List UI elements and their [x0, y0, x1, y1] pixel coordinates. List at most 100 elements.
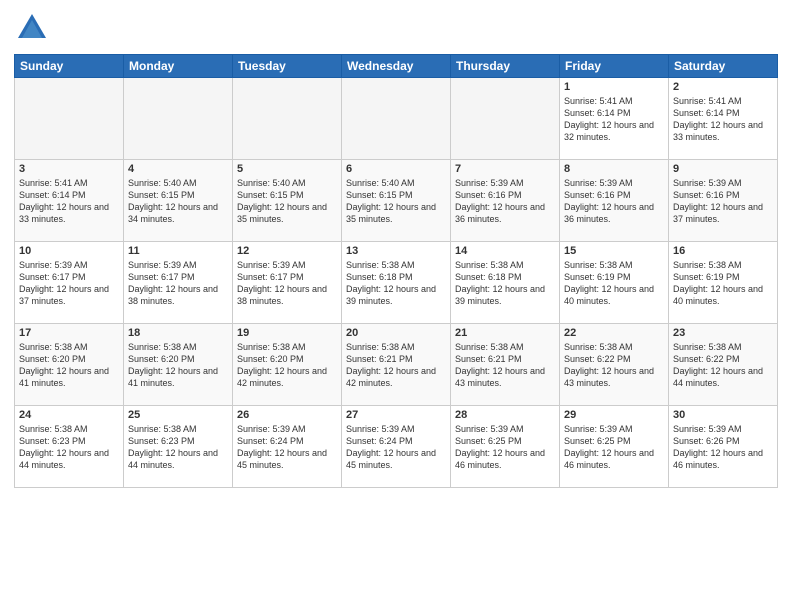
day-number: 19 — [237, 327, 337, 339]
day-number: 8 — [564, 163, 664, 175]
day-info: Sunrise: 5:38 AM Sunset: 6:18 PM Dayligh… — [346, 259, 446, 308]
calendar-cell — [233, 78, 342, 160]
calendar-cell — [15, 78, 124, 160]
day-header-friday: Friday — [560, 55, 669, 78]
day-info: Sunrise: 5:38 AM Sunset: 6:23 PM Dayligh… — [19, 423, 119, 472]
day-header-wednesday: Wednesday — [342, 55, 451, 78]
calendar-week-row: 3 Sunrise: 5:41 AM Sunset: 6:14 PM Daylig… — [15, 160, 778, 242]
day-number: 18 — [128, 327, 228, 339]
day-info: Sunrise: 5:41 AM Sunset: 6:14 PM Dayligh… — [19, 177, 119, 226]
calendar-cell: 28 Sunrise: 5:39 AM Sunset: 6:25 PM Dayli… — [451, 406, 560, 488]
day-info: Sunrise: 5:38 AM Sunset: 6:20 PM Dayligh… — [128, 341, 228, 390]
day-info: Sunrise: 5:38 AM Sunset: 6:20 PM Dayligh… — [237, 341, 337, 390]
calendar-cell: 20Sunrise: 5:38 AM Sunset: 6:21 PM Dayli… — [342, 324, 451, 406]
calendar-cell — [451, 78, 560, 160]
calendar-cell: 25Sunrise: 5:38 AM Sunset: 6:23 PM Dayli… — [124, 406, 233, 488]
calendar-cell: 13 Sunrise: 5:38 AM Sunset: 6:18 PM Dayli… — [342, 242, 451, 324]
day-info: Sunrise: 5:39 AM Sunset: 6:24 PM Dayligh… — [237, 423, 337, 472]
calendar-cell: 9 Sunrise: 5:39 AM Sunset: 6:16 PM Daylig… — [669, 160, 778, 242]
day-number: 6 — [346, 163, 446, 175]
calendar-cell: 12 Sunrise: 5:39 AM Sunset: 6:17 PM Dayli… — [233, 242, 342, 324]
day-info: Sunrise: 5:38 AM Sunset: 6:21 PM Dayligh… — [455, 341, 555, 390]
calendar-week-row: 10 Sunrise: 5:39 AM Sunset: 6:17 PM Dayli… — [15, 242, 778, 324]
calendar-cell: 14Sunrise: 5:38 AM Sunset: 6:18 PM Dayli… — [451, 242, 560, 324]
day-info: Sunrise: 5:38 AM Sunset: 6:21 PM Dayligh… — [346, 341, 446, 390]
day-number: 27 — [346, 409, 446, 421]
calendar-cell: 19 Sunrise: 5:38 AM Sunset: 6:20 PM Dayli… — [233, 324, 342, 406]
day-number: 12 — [237, 245, 337, 257]
day-info: Sunrise: 5:41 AM Sunset: 6:14 PM Dayligh… — [564, 95, 664, 144]
day-info: Sunrise: 5:38 AM Sunset: 6:18 PM Dayligh… — [455, 259, 555, 308]
day-info: Sunrise: 5:39 AM Sunset: 6:16 PM Dayligh… — [673, 177, 773, 226]
calendar-table: SundayMondayTuesdayWednesdayThursdayFrid… — [14, 54, 778, 488]
calendar-cell: 2 Sunrise: 5:41 AM Sunset: 6:14 PM Daylig… — [669, 78, 778, 160]
day-info: Sunrise: 5:40 AM Sunset: 6:15 PM Dayligh… — [346, 177, 446, 226]
calendar-cell: 15 Sunrise: 5:38 AM Sunset: 6:19 PM Dayli… — [560, 242, 669, 324]
day-info: Sunrise: 5:39 AM Sunset: 6:17 PM Dayligh… — [237, 259, 337, 308]
day-number: 28 — [455, 409, 555, 421]
day-info: Sunrise: 5:40 AM Sunset: 6:15 PM Dayligh… — [128, 177, 228, 226]
calendar-cell: 27 Sunrise: 5:39 AM Sunset: 6:24 PM Dayli… — [342, 406, 451, 488]
day-number: 4 — [128, 163, 228, 175]
day-info: Sunrise: 5:39 AM Sunset: 6:26 PM Dayligh… — [673, 423, 773, 472]
logo — [14, 10, 54, 46]
calendar-cell: 21 Sunrise: 5:38 AM Sunset: 6:21 PM Dayli… — [451, 324, 560, 406]
calendar-header-row: SundayMondayTuesdayWednesdayThursdayFrid… — [15, 55, 778, 78]
day-header-sunday: Sunday — [15, 55, 124, 78]
day-number: 7 — [455, 163, 555, 175]
calendar-cell: 29 Sunrise: 5:39 AM Sunset: 6:25 PM Dayli… — [560, 406, 669, 488]
day-header-thursday: Thursday — [451, 55, 560, 78]
day-number: 5 — [237, 163, 337, 175]
day-info: Sunrise: 5:39 AM Sunset: 6:24 PM Dayligh… — [346, 423, 446, 472]
calendar-week-row: 1 Sunrise: 5:41 AM Sunset: 6:14 PM Daylig… — [15, 78, 778, 160]
page: SundayMondayTuesdayWednesdayThursdayFrid… — [0, 0, 792, 612]
day-info: Sunrise: 5:38 AM Sunset: 6:22 PM Dayligh… — [564, 341, 664, 390]
day-number: 13 — [346, 245, 446, 257]
calendar-cell — [342, 78, 451, 160]
day-number: 1 — [564, 81, 664, 93]
day-number: 21 — [455, 327, 555, 339]
calendar-cell: 10Sunrise: 5:39 AM Sunset: 6:17 PM Dayli… — [15, 242, 124, 324]
day-number: 2 — [673, 81, 773, 93]
day-header-saturday: Saturday — [669, 55, 778, 78]
day-header-tuesday: Tuesday — [233, 55, 342, 78]
calendar-cell: 11Sunrise: 5:39 AM Sunset: 6:17 PM Dayli… — [124, 242, 233, 324]
calendar-cell: 7Sunrise: 5:39 AM Sunset: 6:16 PM Daylig… — [451, 160, 560, 242]
day-info: Sunrise: 5:40 AM Sunset: 6:15 PM Dayligh… — [237, 177, 337, 226]
day-number: 15 — [564, 245, 664, 257]
day-info: Sunrise: 5:39 AM Sunset: 6:17 PM Dayligh… — [128, 259, 228, 308]
day-info: Sunrise: 5:38 AM Sunset: 6:19 PM Dayligh… — [564, 259, 664, 308]
day-info: Sunrise: 5:38 AM Sunset: 6:20 PM Dayligh… — [19, 341, 119, 390]
day-number: 16 — [673, 245, 773, 257]
day-info: Sunrise: 5:41 AM Sunset: 6:14 PM Dayligh… — [673, 95, 773, 144]
day-number: 10 — [19, 245, 119, 257]
calendar-cell: 23Sunrise: 5:38 AM Sunset: 6:22 PM Dayli… — [669, 324, 778, 406]
calendar-cell: 8 Sunrise: 5:39 AM Sunset: 6:16 PM Daylig… — [560, 160, 669, 242]
calendar-cell — [124, 78, 233, 160]
day-header-monday: Monday — [124, 55, 233, 78]
day-number: 17 — [19, 327, 119, 339]
day-info: Sunrise: 5:39 AM Sunset: 6:25 PM Dayligh… — [564, 423, 664, 472]
day-info: Sunrise: 5:39 AM Sunset: 6:16 PM Dayligh… — [564, 177, 664, 226]
day-number: 26 — [237, 409, 337, 421]
calendar-cell: 4 Sunrise: 5:40 AM Sunset: 6:15 PM Daylig… — [124, 160, 233, 242]
day-number: 3 — [19, 163, 119, 175]
calendar-week-row: 24Sunrise: 5:38 AM Sunset: 6:23 PM Dayli… — [15, 406, 778, 488]
day-info: Sunrise: 5:39 AM Sunset: 6:25 PM Dayligh… — [455, 423, 555, 472]
day-number: 25 — [128, 409, 228, 421]
calendar-cell: 30 Sunrise: 5:39 AM Sunset: 6:26 PM Dayli… — [669, 406, 778, 488]
day-number: 9 — [673, 163, 773, 175]
calendar-cell: 5 Sunrise: 5:40 AM Sunset: 6:15 PM Daylig… — [233, 160, 342, 242]
calendar-cell: 16Sunrise: 5:38 AM Sunset: 6:19 PM Dayli… — [669, 242, 778, 324]
calendar-cell: 6 Sunrise: 5:40 AM Sunset: 6:15 PM Daylig… — [342, 160, 451, 242]
calendar-cell: 24Sunrise: 5:38 AM Sunset: 6:23 PM Dayli… — [15, 406, 124, 488]
calendar-cell: 18 Sunrise: 5:38 AM Sunset: 6:20 PM Dayli… — [124, 324, 233, 406]
day-number: 22 — [564, 327, 664, 339]
calendar-cell: 26 Sunrise: 5:39 AM Sunset: 6:24 PM Dayli… — [233, 406, 342, 488]
logo-icon — [14, 10, 50, 46]
header — [14, 10, 778, 46]
day-number: 30 — [673, 409, 773, 421]
calendar-cell: 1 Sunrise: 5:41 AM Sunset: 6:14 PM Daylig… — [560, 78, 669, 160]
calendar-cell: 22 Sunrise: 5:38 AM Sunset: 6:22 PM Dayli… — [560, 324, 669, 406]
day-number: 29 — [564, 409, 664, 421]
